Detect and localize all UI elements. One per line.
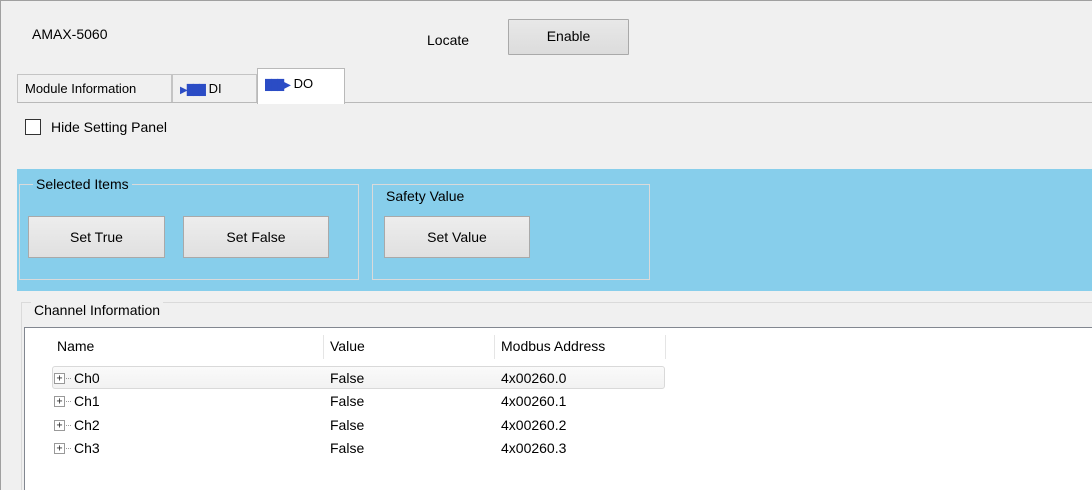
expand-icon[interactable]: +: [54, 396, 65, 407]
tab-label: Module Information: [25, 81, 137, 96]
set-false-button[interactable]: Set False: [183, 216, 329, 258]
channel-address: 4x00260.2: [501, 417, 567, 433]
column-header-modbus-address[interactable]: Modbus Address: [495, 335, 666, 359]
channel-address: 4x00260.0: [501, 370, 567, 386]
setting-panel: Selected Items Set True Set False Safety…: [17, 169, 1092, 291]
safety-value-legend: Safety Value: [383, 188, 468, 204]
do-signal-icon: ███▶: [265, 80, 291, 91]
channel-name: Ch1: [74, 393, 100, 409]
selected-items-group: Selected Items Set True Set False: [19, 176, 359, 280]
locate-label: Locate: [427, 32, 470, 48]
selected-items-legend: Selected Items: [33, 176, 132, 192]
table-row[interactable]: + Ch1 False 4x00260.1: [52, 390, 665, 413]
channel-address: 4x00260.3: [501, 440, 567, 456]
table-row[interactable]: + Ch2 False 4x00260.2: [52, 414, 665, 437]
tab-di[interactable]: ▶███ DI: [172, 74, 257, 103]
enable-button[interactable]: Enable: [508, 19, 629, 55]
tree-line: [66, 401, 71, 402]
hide-setting-panel-label: Hide Setting Panel: [51, 119, 167, 135]
column-header-name[interactable]: Name: [51, 335, 324, 359]
tab-do[interactable]: ███▶ DO: [257, 68, 345, 104]
tree-line: [66, 378, 71, 379]
do-tab-panel: Hide Setting Panel Selected Items Set Tr…: [17, 102, 1092, 490]
tree-line: [66, 448, 71, 449]
tab-label: DO: [293, 76, 314, 91]
set-value-button[interactable]: Set Value: [384, 216, 530, 258]
channel-name: Ch2: [74, 417, 100, 433]
tab-label: DI: [208, 81, 222, 96]
safety-value-group: Safety Value Set Value: [372, 184, 650, 280]
channel-name: Ch3: [74, 440, 100, 456]
channel-name: Ch0: [74, 370, 100, 386]
channel-value: False: [330, 393, 365, 409]
tree-line: [66, 425, 71, 426]
channel-information-legend: Channel Information: [31, 302, 164, 318]
tab-module-information[interactable]: Module Information: [17, 74, 172, 103]
channel-value: False: [330, 370, 365, 386]
di-signal-icon: ▶███: [180, 85, 206, 96]
expand-icon[interactable]: +: [54, 420, 65, 431]
table-row[interactable]: + Ch0 False 4x00260.0: [52, 366, 665, 389]
module-name: AMAX-5060: [32, 26, 108, 42]
channel-value: False: [330, 440, 365, 456]
set-true-button[interactable]: Set True: [28, 216, 165, 258]
expand-icon[interactable]: +: [54, 443, 65, 454]
hide-setting-panel-checkbox[interactable]: [25, 119, 41, 135]
table-row[interactable]: + Ch3 False 4x00260.3: [52, 437, 665, 460]
column-header-value[interactable]: Value: [324, 335, 495, 359]
channel-address: 4x00260.1: [501, 393, 567, 409]
channel-value: False: [330, 417, 365, 433]
hide-setting-panel-row[interactable]: Hide Setting Panel: [25, 119, 167, 135]
channel-tree[interactable]: Name Value Modbus Address + Ch0 False 4x…: [24, 327, 1092, 490]
expand-icon[interactable]: +: [54, 373, 65, 384]
module-window: AMAX-5060 Locate Enable Module Informati…: [0, 0, 1092, 490]
